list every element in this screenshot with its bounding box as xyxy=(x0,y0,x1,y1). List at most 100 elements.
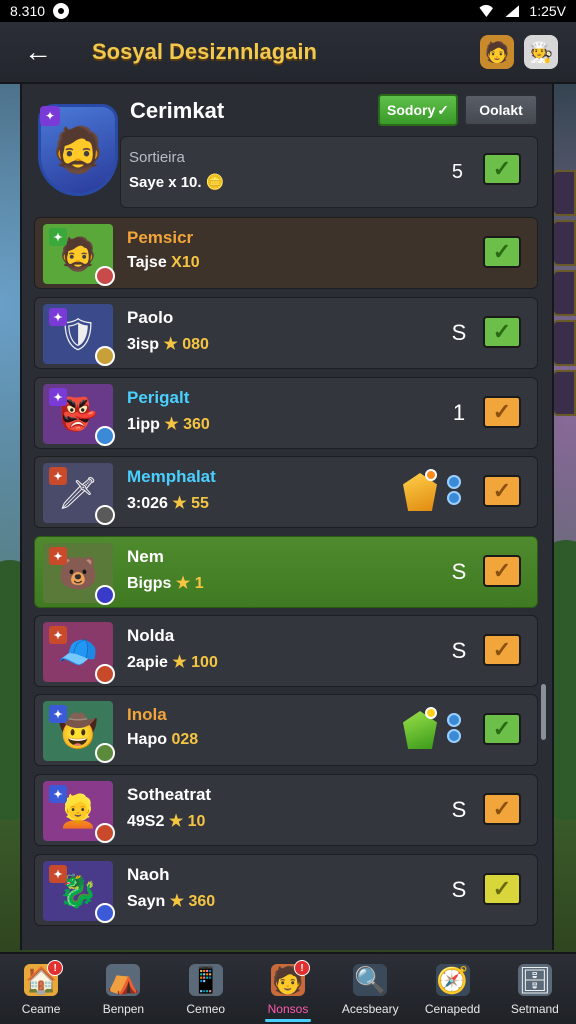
nav-tab[interactable]: 🏠 Ceame! xyxy=(0,954,82,1024)
hero-portrait: 👱 ✦ xyxy=(43,781,115,843)
nav-tab-icon: 🔍 xyxy=(353,964,388,996)
side-tab-button[interactable] xyxy=(552,170,576,216)
nav-tab-label: Acesbeary xyxy=(341,1002,399,1016)
side-tab-button[interactable] xyxy=(552,320,576,366)
hero-row[interactable]: 🧢 ✦ Nolda 2apie ★ 100 S ✓ xyxy=(34,615,538,687)
hero-class-icon: ✦ xyxy=(49,547,67,565)
hero-name: Naoh xyxy=(127,865,170,884)
element-badge-icon xyxy=(95,426,115,446)
featured-hero-name: Cerimkat xyxy=(130,98,225,123)
hero-stat-label: Bigps xyxy=(127,575,172,592)
hero-stat-value: ★ 100 xyxy=(167,654,218,671)
hero-count: S xyxy=(451,559,467,584)
side-tab-button[interactable] xyxy=(552,270,576,316)
featured-hero-card[interactable]: Sortieira Saye x 10. 🪙 5 ✓ xyxy=(120,136,538,208)
hero-class-icon: ✦ xyxy=(40,106,60,126)
hero-class-icon: ✦ xyxy=(49,388,67,406)
hero-count: S xyxy=(451,797,467,822)
element-badge-icon xyxy=(95,903,115,923)
element-badge-icon xyxy=(95,585,115,605)
secondary-action-button[interactable]: Oolakt xyxy=(464,94,538,126)
select-checkbox[interactable]: ✓ xyxy=(483,396,521,428)
hero-row[interactable]: 👱 ✦ Sotheatrat 49S2 ★ 10 S ✓ xyxy=(34,774,538,846)
nav-tab[interactable]: 🧑 Nonsos! xyxy=(247,954,329,1024)
select-checkbox[interactable]: ✓ xyxy=(483,475,521,507)
bottom-navigation: 🏠 Ceame! ⛺ Benpen 📱 Cemeo 🧑 Nonsos! 🔍 Acesbeary 🧭 C… xyxy=(0,952,576,1024)
chef-avatar-icon[interactable]: 🧑‍🍳 xyxy=(524,35,558,69)
nav-tab[interactable]: 📱 Cemeo xyxy=(165,954,247,1024)
hero-class-icon: ✦ xyxy=(49,308,67,326)
notification-badge: ! xyxy=(293,960,310,976)
top-header: ← Sosyal Desiznnlagain 🧑 🧑‍🍳 xyxy=(0,22,576,84)
hero-stat-value: ★ 360 xyxy=(165,893,216,910)
info-icon[interactable] xyxy=(447,713,463,747)
hero-class-icon: ✦ xyxy=(49,865,67,883)
scrollbar[interactable] xyxy=(541,684,546,740)
back-arrow-icon[interactable]: ← xyxy=(18,32,58,72)
nav-tab-label: Cenapedd xyxy=(424,1002,481,1016)
hero-row[interactable]: 🧔 ✦ Pemsicr Tajse X10 ✓ xyxy=(34,217,538,289)
hero-stat-label: 3:026 xyxy=(127,495,168,512)
nav-tab-label: Cemeo xyxy=(186,1002,226,1016)
select-checkbox[interactable]: ✓ xyxy=(483,873,521,905)
hero-count: S xyxy=(451,638,467,663)
hero-name: Perigalt xyxy=(127,388,190,407)
hero-stat-label: Tajse xyxy=(127,254,167,271)
element-badge-icon xyxy=(95,664,115,684)
side-tab-button[interactable] xyxy=(552,370,576,416)
select-checkbox[interactable]: ✓ xyxy=(483,793,521,825)
hero-class-icon: ✦ xyxy=(49,228,67,246)
hero-name: Inola xyxy=(127,705,167,724)
profile-avatar-icon[interactable]: 🧑 xyxy=(480,35,514,69)
hero-portrait: 🧔 ✦ xyxy=(43,224,115,286)
primary-action-label: Sodory xyxy=(387,102,436,118)
hero-class-icon: ✦ xyxy=(49,626,67,644)
gem-alert-icon xyxy=(425,469,437,481)
primary-action-button[interactable]: Sodory ✓ xyxy=(378,94,458,126)
hero-stat-value: 028 xyxy=(167,731,199,748)
checkmark-icon: ✓ xyxy=(437,101,449,118)
hero-class-icon: ✦ xyxy=(49,705,67,723)
hero-stat-value: ★ 55 xyxy=(167,495,209,512)
element-badge-icon xyxy=(95,346,115,366)
select-checkbox[interactable]: ✓ xyxy=(483,555,521,587)
hero-row[interactable]: 👺 ✦ Perigalt 1ipp ★ 360 1 ✓ xyxy=(34,377,538,449)
hero-name: Nem xyxy=(127,547,164,566)
side-tab-button[interactable] xyxy=(552,220,576,266)
hero-name: Nolda xyxy=(127,626,175,645)
select-checkbox[interactable]: ✓ xyxy=(483,153,521,185)
nav-tab-label: Benpen xyxy=(102,1002,145,1016)
nav-tab[interactable]: ⛺ Benpen xyxy=(82,954,164,1024)
select-checkbox[interactable]: ✓ xyxy=(483,316,521,348)
nav-tab[interactable]: 🧭 Cenapedd xyxy=(411,954,493,1024)
hero-portrait: 🐉 ✦ xyxy=(43,861,115,923)
nav-tab-label: Nonsos xyxy=(267,1002,309,1016)
select-checkbox[interactable]: ✓ xyxy=(483,713,521,745)
nav-tab-icon: 🗄 xyxy=(517,964,552,996)
nav-tab[interactable]: 🗄 Setmand xyxy=(494,954,576,1024)
element-badge-icon xyxy=(95,266,115,286)
status-bar: 8.310 1:25V xyxy=(0,0,576,22)
notification-icon xyxy=(53,3,70,19)
hero-name: Memphalat xyxy=(127,467,216,486)
wifi-icon xyxy=(477,5,496,17)
notification-badge: ! xyxy=(47,960,64,976)
hero-stat-value: ★ 1 xyxy=(171,575,204,592)
hero-portrait: 🛡 ✦ xyxy=(43,304,115,366)
hero-row[interactable]: 🤠 ✦ Inola Hapo 028 ✓ xyxy=(34,694,538,766)
hero-row[interactable]: 🛡 ✦ Paolo 3isp ★ 080 S ✓ xyxy=(34,297,538,369)
hero-row[interactable]: 🐻 ✦ Nem Bigps ★ 1 S ✓ xyxy=(34,536,538,608)
select-checkbox[interactable]: ✓ xyxy=(483,236,521,268)
hero-row[interactable]: 🐉 ✦ Naoh Sayn ★ 360 S ✓ xyxy=(34,854,538,926)
hero-stats: 49S2 ★ 10 xyxy=(127,811,205,831)
hero-stats: 2apie ★ 100 xyxy=(127,652,218,672)
featured-hero-stat: Saye x 10. 🪙 xyxy=(129,173,224,191)
hero-row[interactable]: 🗡 ✦ Memphalat 3:026 ★ 55 ✓ xyxy=(34,456,538,528)
hero-stat-label: Hapo xyxy=(127,731,167,748)
select-checkbox[interactable]: ✓ xyxy=(483,634,521,666)
hero-stats: 3isp ★ 080 xyxy=(127,334,209,354)
info-icon[interactable] xyxy=(447,475,463,509)
nav-tab[interactable]: 🔍 Acesbeary xyxy=(329,954,411,1024)
hero-stats: 1ipp ★ 360 xyxy=(127,414,210,434)
hero-stats: 3:026 ★ 55 xyxy=(127,493,209,513)
